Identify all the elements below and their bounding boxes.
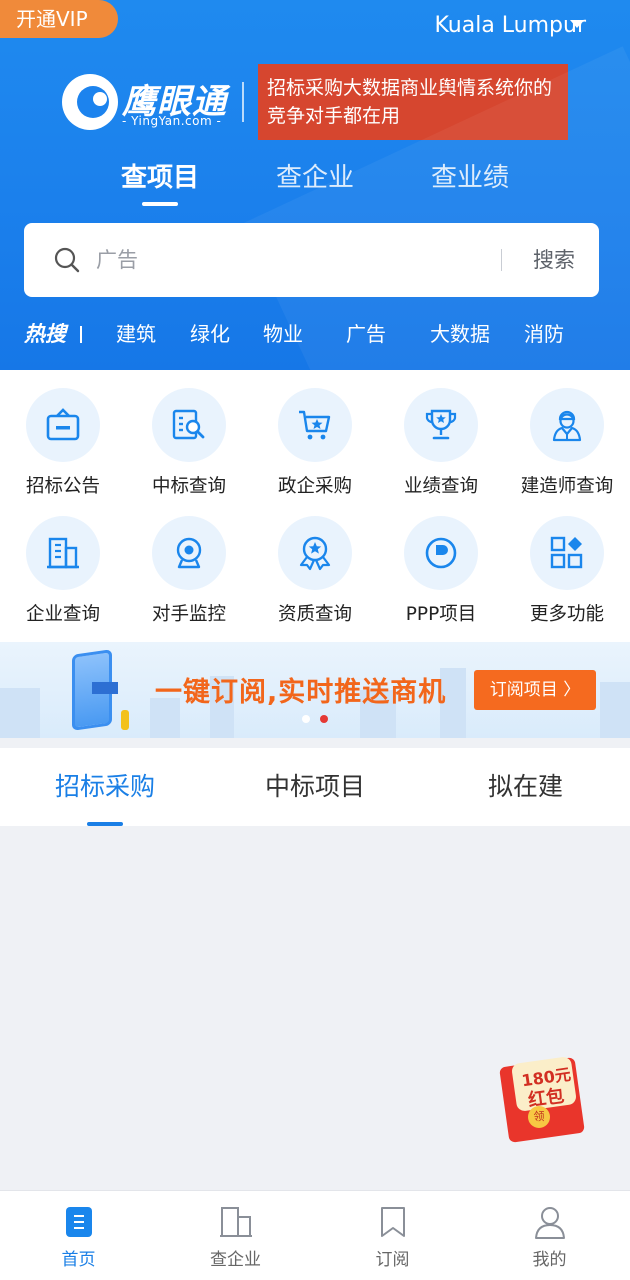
trophy-icon — [425, 409, 457, 440]
feature-icon-bg — [404, 516, 478, 590]
nav-subscribe[interactable]: 订阅 — [314, 1191, 471, 1280]
award-badge-icon — [299, 536, 331, 571]
feature-grid: 招标公告 中标查询 政企采购 业绩查询 建造师查询 企业查询 对手监控 资质查询… — [0, 370, 630, 642]
tab-awarded-projects[interactable]: 中标项目 — [265, 770, 365, 804]
search-type-tabs: 查项目 查企业 查业绩 — [0, 158, 630, 208]
document-search-icon — [172, 409, 205, 440]
worker-icon — [552, 410, 582, 442]
feature-icon-bg — [530, 388, 604, 462]
company-icon — [220, 1207, 252, 1237]
hot-word[interactable]: 物业 — [263, 318, 303, 350]
bottom-navigation: 首页 查企业 订阅 我的 — [0, 1190, 630, 1280]
tab-tender-procurement[interactable]: 招标采购 — [55, 770, 155, 804]
user-icon — [535, 1207, 565, 1239]
logo-mark-icon — [62, 74, 118, 130]
phone-illustration-panel — [92, 682, 118, 694]
feature-award-query[interactable]: 中标查询 — [126, 370, 252, 498]
feature-label: 对手监控 — [151, 604, 226, 625]
tab-search-company[interactable]: 查企业 — [276, 158, 354, 198]
city-selector[interactable]: Kuala Lumpur — [434, 8, 586, 44]
feature-icon-bg — [530, 516, 604, 590]
content-tab-indicator — [87, 822, 123, 826]
feature-icon-bg — [26, 516, 100, 590]
feature-label: 企业查询 — [25, 604, 100, 625]
hot-word[interactable]: 消防 — [524, 318, 564, 350]
nav-label: 订阅 — [375, 1250, 410, 1270]
nav-company[interactable]: 查企业 — [157, 1191, 314, 1280]
hot-search-divider — [80, 326, 82, 343]
carousel-dots — [302, 715, 332, 725]
logo-url: - YingYan.com - — [122, 114, 222, 128]
feature-icon-bg — [152, 388, 226, 462]
feature-qualification-query[interactable]: 资质查询 — [252, 498, 378, 626]
feature-icon-bg — [152, 516, 226, 590]
tab-planned-projects[interactable]: 拟在建 — [488, 770, 563, 804]
ppp-icon — [425, 537, 457, 569]
feature-constructor-query[interactable]: 建造师查询 — [504, 370, 630, 498]
feature-label: 政企采购 — [277, 476, 352, 497]
feature-company-query[interactable]: 企业查询 — [0, 498, 126, 626]
shopping-cart-icon — [299, 410, 331, 440]
active-tab-indicator — [142, 202, 178, 206]
feature-tender-notice[interactable]: 招标公告 — [0, 370, 126, 498]
content-tabs: 招标采购 中标项目 拟在建 — [0, 748, 630, 826]
search-divider — [501, 249, 502, 271]
city-skyline-decoration — [0, 688, 40, 738]
feature-label: PPP项目 — [405, 604, 477, 625]
feature-ppp-project[interactable]: PPP项目 — [378, 498, 504, 626]
feature-gov-procurement[interactable]: 政企采购 — [252, 370, 378, 498]
feature-label: 招标公告 — [25, 476, 100, 497]
search-icon — [54, 247, 80, 273]
vip-button[interactable]: 开通VIP — [0, 0, 118, 38]
building-icon — [47, 537, 79, 569]
feature-icon-bg — [26, 388, 100, 462]
city-dropdown-toggle[interactable] — [566, 10, 590, 40]
feature-icon-bg — [278, 388, 352, 462]
grid-more-icon — [550, 536, 583, 569]
header: 开通VIP Kuala Lumpur 鹰眼通 - YingYan.com - 招… — [0, 0, 630, 370]
hot-word[interactable]: 大数据 — [430, 318, 490, 350]
nav-profile[interactable]: 我的 — [471, 1191, 628, 1280]
feature-icon-bg — [404, 388, 478, 462]
hot-search-bar: 热搜 建筑 绿化 物业 广告 大数据 消防 — [24, 318, 624, 350]
nav-label: 查企业 — [210, 1250, 261, 1270]
tab-search-performance[interactable]: 查业绩 — [431, 158, 509, 198]
hot-word[interactable]: 绿化 — [190, 318, 230, 350]
feature-label: 业绩查询 — [403, 476, 478, 497]
nav-label: 首页 — [61, 1250, 96, 1270]
red-packet-coin: 领 — [528, 1106, 550, 1128]
webcam-icon — [176, 537, 202, 569]
carousel-dot-active[interactable] — [320, 715, 328, 723]
search-box: 搜索 — [24, 223, 599, 297]
briefcase-icon — [46, 408, 80, 441]
logo-divider — [242, 82, 244, 122]
hot-word[interactable]: 广告 — [346, 318, 386, 350]
feature-label: 中标查询 — [151, 476, 226, 497]
tab-search-project[interactable]: 查项目 — [121, 158, 199, 198]
search-button[interactable]: 搜索 — [514, 243, 594, 277]
subscribe-project-button[interactable]: 订阅项目 〉 — [474, 670, 596, 710]
search-input[interactable] — [96, 240, 486, 280]
ad-banner[interactable]: 招标采购大数据商业舆情系统你的竞争对手都在用 — [258, 64, 568, 140]
person-illustration — [121, 710, 129, 730]
nav-home[interactable]: 首页 — [0, 1191, 157, 1280]
banner-headline: 一键订阅,实时推送商机 — [155, 677, 447, 708]
home-icon — [66, 1207, 92, 1237]
nav-label: 我的 — [532, 1250, 567, 1270]
bookmark-icon — [381, 1207, 405, 1237]
feature-more[interactable]: 更多功能 — [504, 498, 630, 626]
red-packet-button[interactable]: 180元 红包 领 — [499, 1056, 588, 1143]
feature-label: 资质查询 — [277, 604, 352, 625]
city-skyline-decoration — [600, 682, 630, 738]
feature-icon-bg — [278, 516, 352, 590]
feature-label: 建造师查询 — [520, 476, 614, 497]
app-logo: 鹰眼通 - YingYan.com - — [62, 72, 232, 132]
feature-competitor-monitor[interactable]: 对手监控 — [126, 498, 252, 626]
feature-performance-query[interactable]: 业绩查询 — [378, 370, 504, 498]
carousel-dot[interactable] — [302, 715, 310, 723]
hot-word[interactable]: 建筑 — [116, 318, 156, 350]
hot-search-label: 热搜 — [24, 322, 66, 346]
feature-label: 更多功能 — [529, 604, 604, 625]
